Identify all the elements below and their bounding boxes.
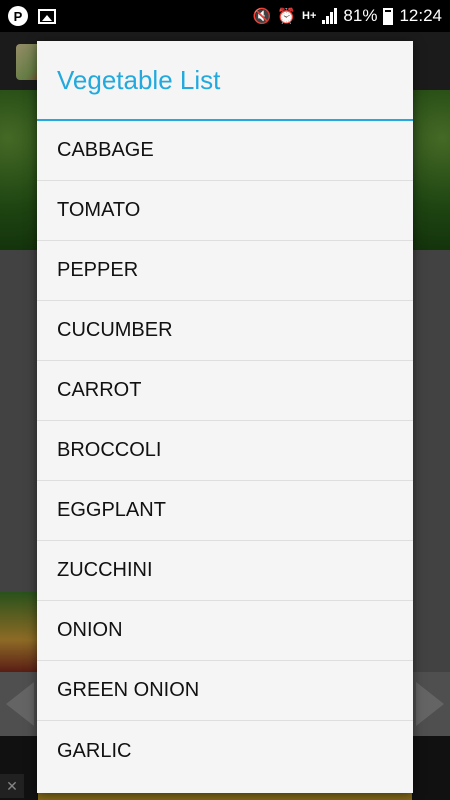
list-item-eggplant[interactable]: EGGPLANT	[37, 481, 413, 541]
vegetable-list-dialog: Vegetable List CABBAGE TOMATO PEPPER CUC…	[37, 41, 413, 793]
list-item-garlic[interactable]: GARLIC	[37, 721, 413, 781]
clock-time: 12:24	[399, 6, 442, 25]
list-item-green-onion[interactable]: GREEN ONION	[37, 661, 413, 721]
list-item-broccoli[interactable]: BROCCOLI	[37, 421, 413, 481]
dialog-title: Vegetable List	[37, 41, 413, 121]
list-item-carrot[interactable]: CARROT	[37, 361, 413, 421]
battery-percent: 81%	[343, 6, 378, 25]
battery-icon	[383, 7, 394, 25]
status-bar: P 🔇 ⏰ H+ 81% 12:24	[0, 0, 450, 32]
list-item-cucumber[interactable]: CUCUMBER	[37, 301, 413, 361]
notification-app-icon: P	[8, 6, 28, 26]
image-notification-icon	[38, 8, 56, 24]
list-item-cabbage[interactable]: CABBAGE	[37, 121, 413, 181]
vegetable-list: CABBAGE TOMATO PEPPER CUCUMBER CARROT BR…	[37, 121, 413, 781]
signal-icon	[322, 8, 338, 24]
list-item-tomato[interactable]: TOMATO	[37, 181, 413, 241]
alarm-icon: ⏰	[277, 8, 297, 25]
network-type-label: H+	[302, 10, 317, 22]
list-item-zucchini[interactable]: ZUCCHINI	[37, 541, 413, 601]
mute-icon: 🔇	[252, 8, 272, 25]
list-item-pepper[interactable]: PEPPER	[37, 241, 413, 301]
list-item-onion[interactable]: ONION	[37, 601, 413, 661]
